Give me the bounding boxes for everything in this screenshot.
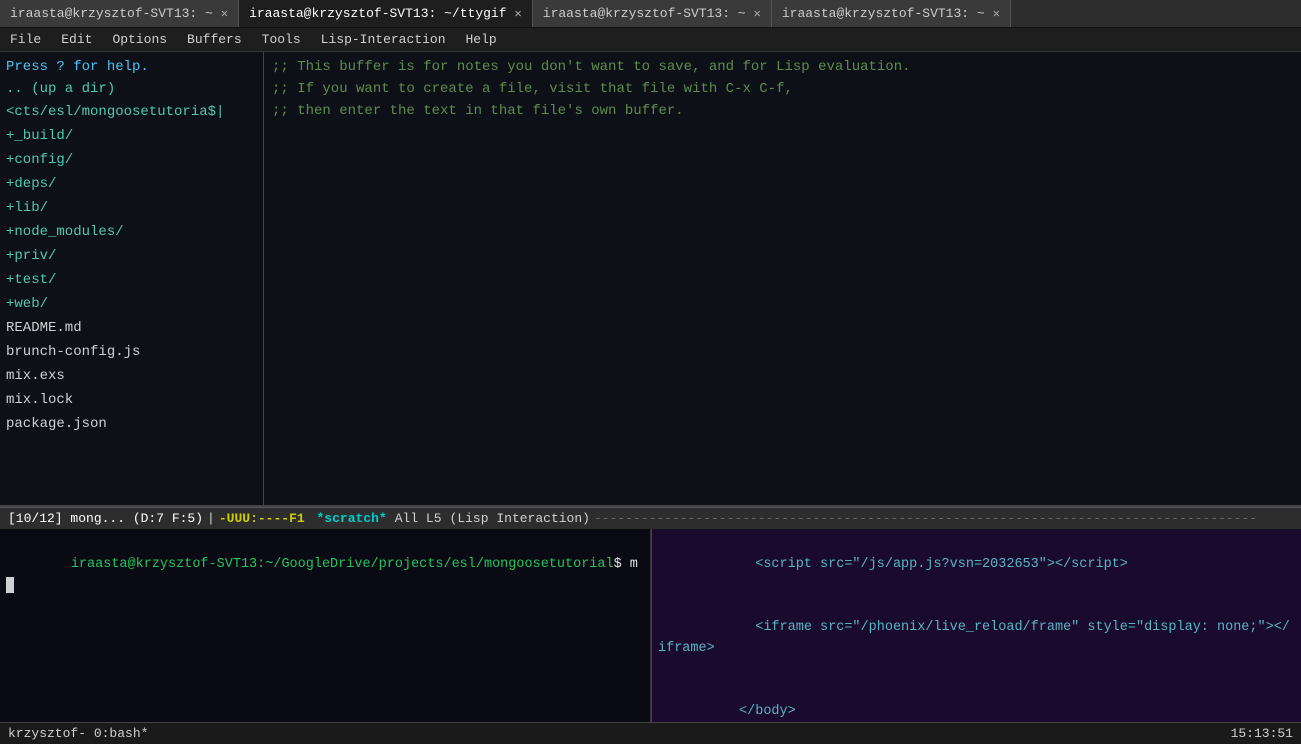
menu-bar: File Edit Options Buffers Tools Lisp-Int… <box>0 28 1301 52</box>
tab-4-close[interactable]: ✕ <box>993 6 1000 21</box>
list-item[interactable]: +deps/ <box>0 172 263 196</box>
tab-2[interactable]: iraasta@krzysztof-SVT13: ~/ttygif ✕ <box>239 0 533 27</box>
bottom-section: iraasta@krzysztof-SVT13:~/GoogleDrive/pr… <box>0 529 1301 722</box>
menu-edit[interactable]: Edit <box>57 30 96 49</box>
editor-content[interactable]: ;; This buffer is for notes you don't wa… <box>264 52 1301 505</box>
tab-3-label: iraasta@krzysztof-SVT13: ~ <box>543 6 746 21</box>
top-section: Press ? for help. .. (up a dir) <cts/esl… <box>0 52 1301 507</box>
terminal-code: </body> <box>723 704 796 719</box>
terminal-left[interactable]: iraasta@krzysztof-SVT13:~/GoogleDrive/pr… <box>0 529 651 722</box>
tab-2-label: iraasta@krzysztof-SVT13: ~/ttygif <box>249 6 506 21</box>
status-dashes: ----------------------------------------… <box>594 511 1257 526</box>
current-path: .. (up a dir) <box>0 78 263 100</box>
terminal-prompt: iraasta@krzysztof-SVT13:~/GoogleDrive/pr… <box>71 557 614 572</box>
clock: 15:13:51 <box>1231 726 1293 741</box>
editor-line: ;; This buffer is for notes you don't wa… <box>272 56 1293 78</box>
list-item[interactable]: README.md <box>0 316 263 340</box>
terminal-line: <iframe src="/phoenix/live_reload/frame"… <box>658 596 1295 680</box>
session-info: krzysztof- 0:bash* <box>8 726 148 741</box>
list-item[interactable]: brunch-config.js <box>0 340 263 364</box>
status-space <box>309 511 317 526</box>
list-item[interactable]: +node_modules/ <box>0 220 263 244</box>
menu-lisp[interactable]: Lisp-Interaction <box>317 30 450 49</box>
list-item[interactable]: <cts/esl/mongoosetutoria$| <box>0 100 263 124</box>
tab-4[interactable]: iraasta@krzysztof-SVT13: ~ ✕ <box>772 0 1011 27</box>
list-item[interactable]: +_build/ <box>0 124 263 148</box>
status-all: All L5 <box>395 511 442 526</box>
status-mode-name: (Lisp Interaction) <box>450 511 590 526</box>
tab-1-close[interactable]: ✕ <box>221 6 228 21</box>
tab-3[interactable]: iraasta@krzysztof-SVT13: ~ ✕ <box>533 0 772 27</box>
cursor <box>6 577 14 593</box>
editor-line: ;; If you want to create a file, visit t… <box>272 78 1293 100</box>
status-position: [10/12] mong... (D:7 F:5) <box>8 511 203 526</box>
editor-status-bar: [10/12] mong... (D:7 F:5) | -UUU:----F1 … <box>0 507 1301 529</box>
tab-3-close[interactable]: ✕ <box>754 6 761 21</box>
list-item[interactable]: mix.lock <box>0 388 263 412</box>
tab-2-close[interactable]: ✕ <box>515 6 522 21</box>
file-browser: Press ? for help. .. (up a dir) <cts/esl… <box>0 52 263 505</box>
terminal-right[interactable]: <script src="/js/app.js?vsn=2032653"></s… <box>652 529 1301 722</box>
status-buffer: *scratch* <box>317 511 387 526</box>
terminal-line: iraasta@krzysztof-SVT13:~/GoogleDrive/pr… <box>6 533 644 617</box>
list-item[interactable]: mix.exs <box>0 364 263 388</box>
editor-pane: ;; This buffer is for notes you don't wa… <box>264 52 1301 505</box>
bottom-status-bar: krzysztof- 0:bash* 15:13:51 <box>0 722 1301 744</box>
list-item[interactable]: +priv/ <box>0 244 263 268</box>
status-divider: | <box>207 511 215 526</box>
list-item[interactable]: +test/ <box>0 268 263 292</box>
app-container: iraasta@krzysztof-SVT13: ~ ✕ iraasta@krz… <box>0 0 1301 744</box>
menu-file[interactable]: File <box>6 30 45 49</box>
menu-buffers[interactable]: Buffers <box>183 30 246 49</box>
tab-4-label: iraasta@krzysztof-SVT13: ~ <box>782 6 985 21</box>
terminal-dollar: $ m <box>614 557 638 572</box>
menu-help[interactable]: Help <box>462 30 501 49</box>
status-mode: -UUU:----F1 <box>219 511 305 526</box>
terminal-code: <iframe src="/phoenix/live_reload/frame"… <box>658 620 1290 656</box>
tab-1-label: iraasta@krzysztof-SVT13: ~ <box>10 6 213 21</box>
terminal-line: <script src="/js/app.js?vsn=2032653"></s… <box>658 533 1295 596</box>
menu-tools[interactable]: Tools <box>258 30 305 49</box>
menu-options[interactable]: Options <box>108 30 171 49</box>
list-item[interactable]: +lib/ <box>0 196 263 220</box>
list-item[interactable]: +web/ <box>0 292 263 316</box>
tab-1[interactable]: iraasta@krzysztof-SVT13: ~ ✕ <box>0 0 239 27</box>
help-text: Press ? for help. <box>0 52 263 78</box>
list-item[interactable]: package.json <box>0 412 263 436</box>
editor-line: ;; then enter the text in that file's ow… <box>272 100 1293 122</box>
terminal-code: <script src="/js/app.js?vsn=2032653"></s… <box>723 557 1128 572</box>
list-item[interactable]: +config/ <box>0 148 263 172</box>
terminal-line: </body> <box>658 680 1295 722</box>
tab-bar: iraasta@krzysztof-SVT13: ~ ✕ iraasta@krz… <box>0 0 1301 28</box>
